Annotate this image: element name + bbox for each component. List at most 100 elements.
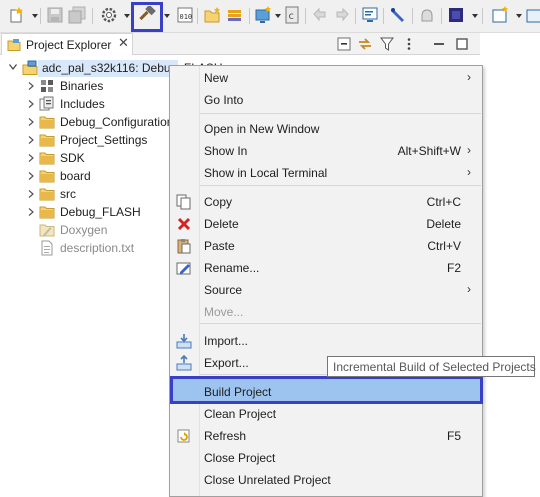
- new-class-dropdown-icon[interactable]: [275, 14, 281, 18]
- binaries-icon: [39, 78, 55, 94]
- tree-item[interactable]: src: [0, 185, 170, 203]
- pen-icon[interactable]: [389, 6, 407, 24]
- collapse-all-icon[interactable]: [337, 37, 351, 51]
- menu-item-label: Clean Project: [204, 407, 277, 421]
- menu-item-import[interactable]: Import...: [170, 330, 482, 352]
- collapsed-chevron-icon[interactable]: [28, 118, 34, 126]
- tree-item-label: Debug_Configurations: [60, 115, 180, 129]
- menu-item-clean-project[interactable]: Clean Project: [170, 403, 482, 425]
- console-icon[interactable]: [361, 6, 379, 24]
- tree-item[interactable]: Debug_FLASH: [0, 203, 170, 221]
- folder-icon: [39, 168, 55, 184]
- tree-item[interactable]: Debug_Configurations: [0, 113, 179, 131]
- pinned-dropdown-icon[interactable]: [516, 14, 522, 18]
- tree-item[interactable]: Project_Settings: [0, 131, 170, 149]
- tree-item-label: board: [60, 169, 91, 183]
- new-icon[interactable]: [8, 6, 26, 24]
- menu-item-label: Import...: [204, 334, 249, 348]
- menu-item-go-into[interactable]: Go Into: [170, 89, 482, 111]
- menu-item-show-in-local-terminal[interactable]: Show in Local Terminal ›: [170, 162, 482, 184]
- view-menu-icon[interactable]: [402, 37, 416, 51]
- menu-item-label: Copy: [204, 195, 233, 209]
- menu-item-shortcut: Alt+Shift+W: [397, 144, 461, 158]
- menu-item-build-project[interactable]: Build Project: [170, 376, 483, 404]
- collapsed-chevron-icon[interactable]: [28, 154, 34, 162]
- project-explorer-icon: [7, 38, 21, 51]
- collapsed-chevron-icon[interactable]: [28, 172, 34, 180]
- export-icon: [176, 355, 192, 371]
- menu-item-move[interactable]: Move...: [170, 301, 482, 323]
- collapsed-chevron-icon[interactable]: [28, 190, 34, 198]
- menu-item-delete[interactable]: Delete Delete: [170, 213, 482, 235]
- minimize-icon[interactable]: [432, 37, 446, 51]
- tree-item[interactable]: Binaries: [0, 77, 170, 95]
- settings-gear-icon[interactable]: [100, 6, 118, 24]
- menu-item-new[interactable]: New ›: [170, 67, 482, 89]
- overflow-icon[interactable]: [525, 6, 540, 24]
- stack-icon[interactable]: [226, 6, 244, 24]
- maximize-icon[interactable]: [455, 37, 469, 51]
- delete-icon: [176, 216, 192, 232]
- menu-item-rename[interactable]: Rename... F2: [170, 257, 482, 279]
- tree-item[interactable]: Includes: [0, 95, 170, 113]
- save-all-icon[interactable]: [68, 6, 86, 24]
- tree-item-label: Includes: [60, 97, 105, 111]
- tab-project-explorer[interactable]: Project Explorer ✕: [1, 33, 133, 55]
- collapsed-chevron-icon[interactable]: [28, 100, 34, 108]
- menu-item-shortcut: Ctrl+V: [427, 239, 461, 253]
- tree-item[interactable]: Doxygen: [0, 221, 170, 239]
- folder-icon: [39, 150, 55, 166]
- redo-icon[interactable]: [333, 6, 351, 24]
- menu-item-label: Source: [204, 283, 243, 297]
- menu-item-refresh[interactable]: Refresh F5: [170, 425, 482, 447]
- svg-text:c: c: [289, 11, 295, 22]
- tree-item-label: description.txt: [60, 241, 135, 255]
- new-dropdown-icon[interactable]: [32, 14, 38, 18]
- build-dropdown-icon[interactable]: [164, 14, 170, 18]
- binary-010-icon[interactable]: 010: [176, 6, 194, 24]
- menu-item-source[interactable]: Source ›: [170, 279, 482, 301]
- menu-item-show-in[interactable]: Show In Alt+Shift+W ›: [170, 140, 482, 162]
- menu-item-label: Show in Local Terminal: [204, 166, 328, 180]
- settings-dropdown-icon[interactable]: [124, 14, 130, 18]
- toolbar-separator: [482, 8, 483, 24]
- tree-item[interactable]: board: [0, 167, 170, 185]
- menu-item-close-project[interactable]: Close Project: [170, 447, 482, 469]
- collapsed-chevron-icon[interactable]: [28, 82, 34, 90]
- hand-icon[interactable]: [418, 6, 436, 24]
- close-tab-icon[interactable]: ✕: [118, 35, 129, 51]
- tree-item[interactable]: SDK: [0, 149, 170, 167]
- refresh-icon: [176, 428, 192, 444]
- chip-dropdown-icon[interactable]: [472, 14, 478, 18]
- menu-item-open-in-new-window[interactable]: Open in New Window: [170, 118, 482, 140]
- menu-item-label: Build Project: [204, 385, 272, 399]
- chip-icon[interactable]: [447, 6, 465, 24]
- link-editor-icon[interactable]: [358, 37, 372, 51]
- tooltip: Incremental Build of Selected Projects: [327, 356, 536, 377]
- folder-icon: [39, 186, 55, 202]
- undo-icon[interactable]: [311, 6, 329, 24]
- main-toolbar: 010 c: [0, 0, 540, 33]
- doxygen-icon: [39, 222, 55, 238]
- collapsed-chevron-icon[interactable]: [28, 136, 34, 144]
- save-icon[interactable]: [46, 6, 64, 24]
- copy-icon: [176, 194, 192, 210]
- file-c-icon[interactable]: c: [283, 6, 301, 24]
- submenu-arrow-icon: ›: [467, 165, 471, 179]
- pinned-icon[interactable]: [491, 6, 509, 24]
- expanded-chevron-icon[interactable]: [9, 64, 17, 70]
- menu-item-label: Move...: [204, 305, 244, 319]
- filter-icon[interactable]: [380, 37, 394, 51]
- menu-separator: [200, 113, 481, 114]
- text-file-icon: [39, 240, 55, 256]
- new-class-icon[interactable]: [254, 6, 272, 24]
- menu-item-label: Export...: [204, 356, 249, 370]
- menu-item-close-unrelated-project[interactable]: Close Unrelated Project: [170, 469, 482, 491]
- menu-item-paste[interactable]: Paste Ctrl+V: [170, 235, 482, 257]
- menu-item-label: Rename...: [204, 261, 260, 275]
- collapsed-chevron-icon[interactable]: [28, 208, 34, 216]
- new-folder-icon[interactable]: [203, 6, 221, 24]
- menu-item-copy[interactable]: Copy Ctrl+C: [170, 191, 482, 213]
- tree-item[interactable]: description.txt: [0, 239, 170, 257]
- menu-item-shortcut: F5: [446, 429, 461, 443]
